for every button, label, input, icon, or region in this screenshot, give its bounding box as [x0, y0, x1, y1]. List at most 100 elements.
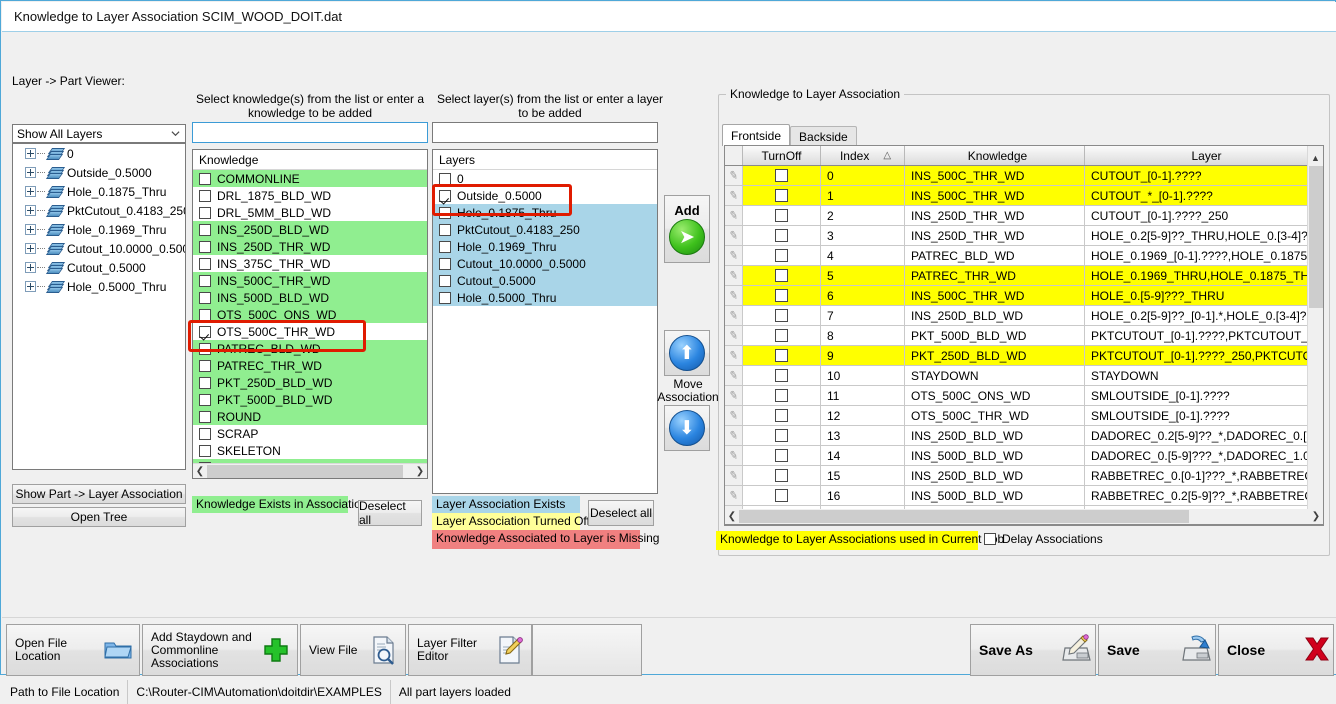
- list-item[interactable]: PATREC_THR_WD: [193, 357, 427, 374]
- list-item-checkbox[interactable]: [439, 223, 451, 236]
- list-item[interactable]: PATREC_BLD_WD: [193, 340, 427, 357]
- table-row[interactable]: ✎ 7 INS_250D_BLD_WD HOLE_0.2[5-9]??_[0-1].*…: [725, 306, 1323, 326]
- layer-tree[interactable]: 0 Outside_0.5000 Hole_0.1875_Thru PktCutout…: [12, 143, 186, 470]
- row-selector[interactable]: ✎: [725, 346, 743, 365]
- list-item-checkbox[interactable]: [199, 291, 211, 304]
- hscroll-thumb[interactable]: [207, 464, 403, 478]
- move-association-up-button[interactable]: ⬆: [664, 330, 710, 376]
- row-selector[interactable]: ✎: [725, 446, 743, 465]
- row-selector[interactable]: ✎: [725, 206, 743, 225]
- table-row[interactable]: ✎ 2 INS_250D_THR_WD CUTOUT_[0-1].????_250: [725, 206, 1323, 226]
- row-selector[interactable]: ✎: [725, 486, 743, 505]
- list-item[interactable]: DRL_5MM_BLD_WD: [193, 204, 427, 221]
- tree-node[interactable]: Cutout_10.0000_0.5000: [13, 239, 185, 258]
- table-row[interactable]: ✎ 4 PATREC_BLD_WD HOLE_0.1969_[0-1].????,HO…: [725, 246, 1323, 266]
- layers-input[interactable]: [432, 122, 658, 143]
- grid-hscroll-thumb[interactable]: [739, 510, 1189, 523]
- row-selector[interactable]: ✎: [725, 426, 743, 445]
- move-association-down-button[interactable]: ⬇: [664, 405, 710, 451]
- list-item[interactable]: PktCutout_0.4183_250: [433, 221, 657, 238]
- list-item-checkbox[interactable]: [199, 223, 211, 236]
- expand-plus-icon[interactable]: [25, 224, 36, 235]
- list-item-checkbox[interactable]: [439, 274, 451, 287]
- turnoff-checkbox[interactable]: [775, 189, 788, 202]
- row-selector[interactable]: ✎: [725, 466, 743, 485]
- table-row[interactable]: ✎ 15 INS_250D_BLD_WD RABBETREC_0.[0-1]???_*…: [725, 466, 1323, 486]
- list-item[interactable]: ROUND: [193, 408, 427, 425]
- list-item-checkbox[interactable]: [439, 240, 451, 253]
- row-selector[interactable]: ✎: [725, 286, 743, 305]
- list-item[interactable]: INS_250D_BLD_WD: [193, 221, 427, 238]
- cell-turnoff[interactable]: [743, 326, 821, 345]
- tree-node[interactable]: Cutout_0.5000: [13, 258, 185, 277]
- list-item-checkbox[interactable]: [199, 444, 211, 457]
- open-file-location-button[interactable]: Open File Location: [6, 624, 140, 676]
- list-item-checkbox[interactable]: [199, 427, 211, 440]
- cell-turnoff[interactable]: [743, 306, 821, 325]
- row-selector[interactable]: ✎: [725, 326, 743, 345]
- grid-header-turnoff[interactable]: TurnOff: [743, 146, 821, 165]
- layers-deselect-all-button[interactable]: Deselect all: [588, 500, 654, 526]
- turnoff-checkbox[interactable]: [775, 389, 788, 402]
- scroll-left-icon[interactable]: ❮: [193, 464, 207, 478]
- row-selector[interactable]: ✎: [725, 186, 743, 205]
- cell-turnoff[interactable]: [743, 246, 821, 265]
- list-item[interactable]: Cutout_0.5000: [433, 272, 657, 289]
- table-row[interactable]: ✎ 13 INS_250D_BLD_WD DADOREC_0.2[5-9]??_*,D…: [725, 426, 1323, 446]
- cell-turnoff[interactable]: [743, 226, 821, 245]
- knowledge-list-hscrollbar[interactable]: ❮ ❯: [193, 463, 427, 478]
- row-selector[interactable]: ✎: [725, 366, 743, 385]
- expand-plus-icon[interactable]: [25, 186, 36, 197]
- grid-hscroll-track[interactable]: [1189, 510, 1309, 523]
- association-grid[interactable]: TurnOff Index △ Knowledge Layer ✎ 0 INS_50…: [724, 145, 1324, 526]
- list-item[interactable]: Hole_0.1969_Thru: [433, 238, 657, 255]
- turnoff-checkbox[interactable]: [775, 229, 788, 242]
- vscroll-thumb[interactable]: [1309, 166, 1323, 308]
- list-item-checkbox[interactable]: [199, 325, 211, 338]
- grid-header-layer[interactable]: Layer: [1085, 146, 1323, 165]
- list-item-checkbox[interactable]: [199, 240, 211, 253]
- add-association-button[interactable]: Add ➤: [664, 195, 710, 263]
- grid-vscrollbar[interactable]: ▲ ▼: [1307, 146, 1323, 525]
- row-selector[interactable]: ✎: [725, 306, 743, 325]
- knowledge-input[interactable]: [192, 122, 428, 143]
- list-item-checkbox[interactable]: [439, 206, 451, 219]
- list-item[interactable]: INS_500C_THR_WD: [193, 272, 427, 289]
- list-item[interactable]: PKT_250D_BLD_WD: [193, 374, 427, 391]
- row-selector[interactable]: ✎: [725, 266, 743, 285]
- list-item[interactable]: 0: [433, 170, 657, 187]
- cell-turnoff[interactable]: [743, 266, 821, 285]
- grid-scroll-left-icon[interactable]: ❮: [725, 510, 739, 524]
- list-item-checkbox[interactable]: [199, 308, 211, 321]
- turnoff-checkbox[interactable]: [775, 309, 788, 322]
- cell-turnoff[interactable]: [743, 386, 821, 405]
- list-item[interactable]: INS_500D_BLD_WD: [193, 289, 427, 306]
- list-item[interactable]: OTS_500C_THR_WD: [193, 323, 427, 340]
- cell-turnoff[interactable]: [743, 346, 821, 365]
- table-row[interactable]: ✎ 11 OTS_500C_ONS_WD SMLOUTSIDE_[0-1].????: [725, 386, 1323, 406]
- expand-plus-icon[interactable]: [25, 148, 36, 159]
- tab-backside[interactable]: Backside: [790, 126, 857, 146]
- list-item-checkbox[interactable]: [199, 410, 211, 423]
- layer-filter-combobox[interactable]: Show All Layers: [12, 124, 186, 143]
- list-item-checkbox[interactable]: [199, 172, 211, 185]
- row-selector[interactable]: ✎: [725, 246, 743, 265]
- toolbar-empty-slot[interactable]: [532, 624, 642, 676]
- list-item-checkbox[interactable]: [199, 342, 211, 355]
- table-row[interactable]: ✎ 9 PKT_250D_BLD_WD PKTCUTOUT_[0-1].????_25…: [725, 346, 1323, 366]
- turnoff-checkbox[interactable]: [775, 409, 788, 422]
- tree-node[interactable]: Outside_0.5000: [13, 163, 185, 182]
- table-row[interactable]: ✎ 10 STAYDOWN STAYDOWN: [725, 366, 1323, 386]
- tree-node[interactable]: 0: [13, 144, 185, 163]
- delay-associations-checkbox[interactable]: [984, 533, 996, 545]
- turnoff-checkbox[interactable]: [775, 469, 788, 482]
- hscroll-track[interactable]: [403, 464, 413, 478]
- list-item[interactable]: Hole_0.1875_Thru: [433, 204, 657, 221]
- scroll-up-icon[interactable]: ▲: [1308, 150, 1323, 165]
- tree-node[interactable]: Hole_0.1969_Thru: [13, 220, 185, 239]
- grid-hscrollbar[interactable]: ❮ ❯: [724, 509, 1324, 525]
- row-selector[interactable]: ✎: [725, 166, 743, 185]
- delay-associations-control[interactable]: Delay Associations: [984, 532, 1103, 546]
- turnoff-checkbox[interactable]: [775, 289, 788, 302]
- save-button[interactable]: Save: [1098, 624, 1216, 676]
